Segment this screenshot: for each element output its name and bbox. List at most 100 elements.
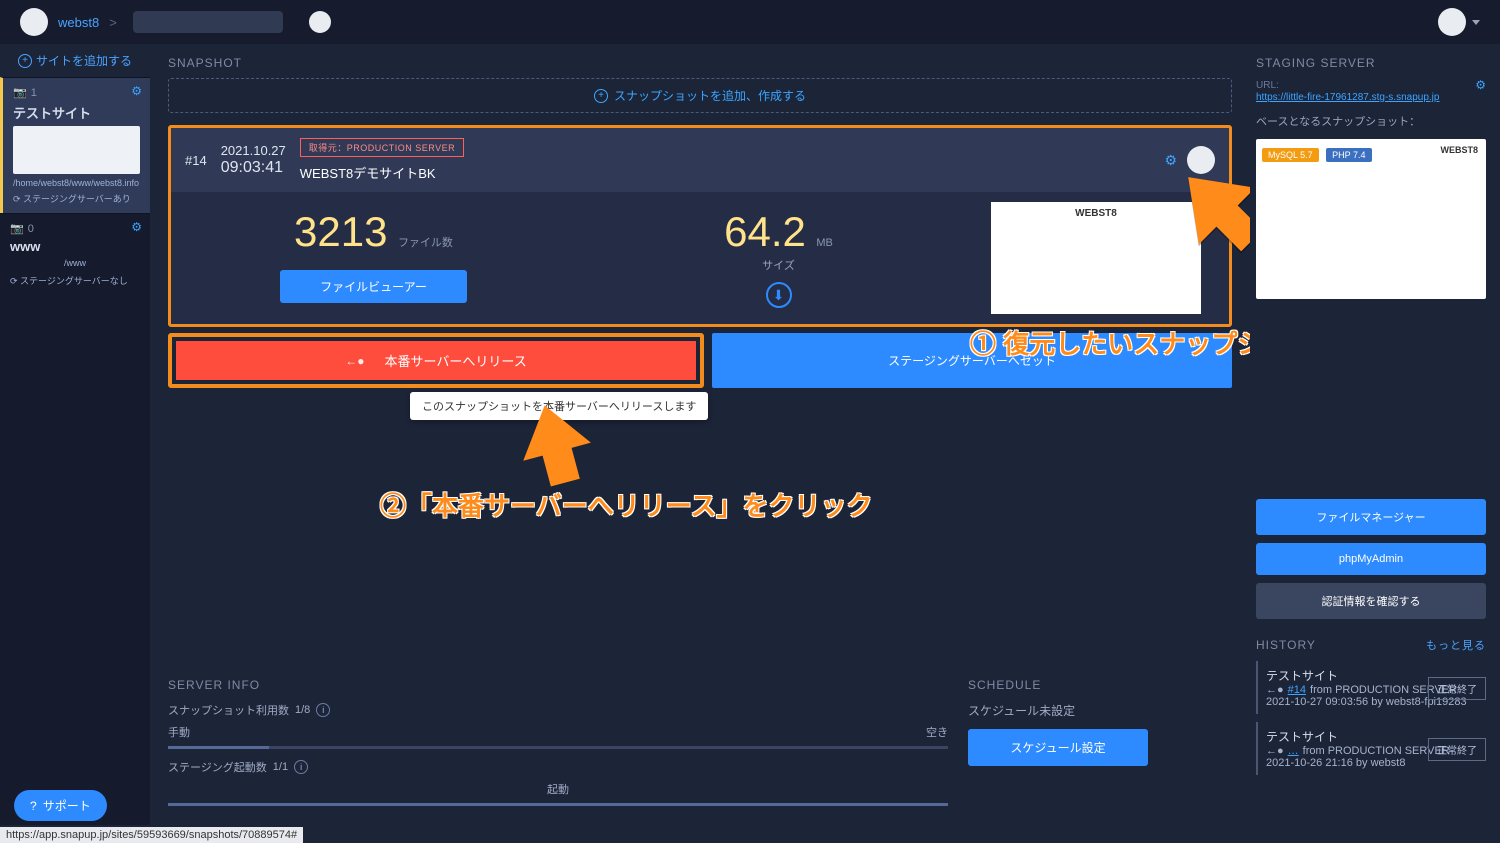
release-arrow-icon: ←● bbox=[345, 354, 364, 368]
plus-icon: + bbox=[18, 54, 32, 68]
gear-icon[interactable]: ⚙ bbox=[131, 84, 142, 98]
base-snapshot-label: ベースとなるスナップショット： bbox=[1256, 113, 1486, 129]
sidebar: + サイトを追加する ⚙ 📷1 テストサイト /home/webst8/www/… bbox=[0, 44, 150, 825]
size-unit: MB bbox=[816, 237, 833, 249]
snapshot-preview: WEBST8 bbox=[991, 202, 1201, 314]
main-content: SNAPSHOT + スナップショットを追加、作成する #14 2021.10.… bbox=[150, 44, 1250, 825]
schedule-settings-button[interactable]: スケジュール設定 bbox=[968, 729, 1148, 766]
info-icon[interactable]: i bbox=[294, 760, 308, 774]
release-label: 本番サーバーへリリース bbox=[385, 351, 527, 370]
files-label: ファイル数 bbox=[398, 237, 453, 249]
history-more-link[interactable]: もっと見る bbox=[1426, 637, 1486, 653]
breadcrumb-chevron: > bbox=[109, 15, 117, 30]
add-site-label: サイトを追加する bbox=[36, 52, 132, 69]
section-snapshot-label: SNAPSHOT bbox=[168, 56, 1232, 70]
snap-usage-val: 1/8 bbox=[295, 704, 310, 716]
size-value: 64.2 bbox=[724, 208, 806, 255]
staging-status: ⟳ ステージングサーバーあり bbox=[13, 192, 140, 205]
history-section: HISTORY もっと見る テストサイト ←● #14 from PRODUCT… bbox=[1256, 637, 1486, 775]
server-info-label: SERVER INFO bbox=[168, 678, 948, 692]
schedule-label: SCHEDULE bbox=[968, 678, 1148, 692]
metric-files: 3213 ファイル数 ファイルビューアー bbox=[171, 192, 576, 324]
question-icon: ? bbox=[30, 799, 37, 813]
snapshot-time: 09:03:41 bbox=[221, 158, 286, 177]
gear-icon[interactable]: ⚙ bbox=[1164, 152, 1177, 169]
site-path: /www bbox=[10, 258, 140, 268]
snapshot-source-badge: 取得元：PRODUCTION SERVER bbox=[300, 138, 464, 157]
support-button[interactable]: ? サポート bbox=[14, 790, 107, 821]
status-badge: 正常終了 bbox=[1428, 677, 1486, 700]
staging-label: STAGING SERVER bbox=[1256, 56, 1486, 70]
add-snapshot-button[interactable]: + スナップショットを追加、作成する bbox=[168, 78, 1232, 113]
annotation-text-1: ① 復元したいスナップショットをクリック bbox=[970, 324, 1250, 361]
file-viewer-button[interactable]: ファイルビューアー bbox=[280, 270, 467, 303]
badge-mysql: MySQL 5.7 bbox=[1262, 148, 1319, 162]
user-menu-caret-icon[interactable] bbox=[1472, 20, 1480, 25]
url-label: URL: bbox=[1256, 80, 1279, 91]
release-button[interactable]: ←● 本番サーバーへリリース bbox=[176, 341, 696, 380]
site-path: /home/webst8/www/webst8.info bbox=[13, 178, 140, 188]
history-link[interactable]: #14 bbox=[1288, 684, 1306, 696]
staging-thumbnail: MySQL 5.7 PHP 7.4 WEBST8 bbox=[1256, 139, 1486, 299]
snapshot-title: WEBST8デモサイトBK bbox=[300, 163, 464, 182]
schedule-status: スケジュール未設定 bbox=[968, 702, 1148, 719]
site-item-test[interactable]: ⚙ 📷1 テストサイト /home/webst8/www/webst8.info… bbox=[0, 77, 150, 213]
staging-status: ⟳ ステージングサーバーなし bbox=[10, 274, 140, 287]
annotation-text-2: ②「本番サーバーへリリース」をクリック bbox=[380, 486, 872, 523]
gear-icon[interactable]: ⚙ bbox=[131, 220, 142, 234]
site-item-title: www bbox=[10, 239, 140, 254]
auth-info-button[interactable]: 認証情報を確認する bbox=[1256, 583, 1486, 619]
browser-statusbar: https://app.snapup.jp/sites/59593669/sna… bbox=[0, 827, 303, 843]
app-logo-icon bbox=[20, 8, 48, 36]
files-value: 3213 bbox=[294, 208, 387, 255]
history-label: HISTORY bbox=[1256, 638, 1316, 652]
staging-url-link[interactable]: https://little-fire-17961287.stg-s.snapu… bbox=[1256, 92, 1486, 103]
badge-php: PHP 7.4 bbox=[1326, 148, 1371, 162]
release-highlight: ←● 本番サーバーへリリース bbox=[168, 333, 704, 388]
snapshot-date: 2021.10.27 bbox=[221, 143, 286, 159]
snapshot-card[interactable]: #14 2021.10.27 09:03:41 取得元：PRODUCTION S… bbox=[168, 125, 1232, 327]
staging-boot-val: 1/1 bbox=[273, 761, 288, 773]
size-label: サイズ bbox=[762, 260, 795, 272]
plus-icon: + bbox=[594, 89, 608, 103]
secondary-avatar[interactable] bbox=[309, 11, 331, 33]
snap-usage-label: スナップショット利用数 bbox=[168, 702, 289, 718]
snapshot-id: #14 bbox=[185, 153, 207, 168]
snapshot-header: #14 2021.10.27 09:03:41 取得元：PRODUCTION S… bbox=[171, 128, 1229, 192]
history-arrow-icon: ←● bbox=[1266, 684, 1284, 696]
annotation-arrow-2 bbox=[520, 404, 590, 489]
staging-boot-bar bbox=[168, 803, 948, 806]
annotation-arrow-1 bbox=[1180, 164, 1250, 259]
history-arrow-icon: ←● bbox=[1266, 745, 1284, 757]
camera-count: 📷1 bbox=[13, 86, 140, 99]
user-avatar[interactable] bbox=[1438, 8, 1466, 36]
camera-count: 📷0 bbox=[10, 222, 140, 235]
staging-boot-label: ステージング起動数 bbox=[168, 759, 267, 775]
site-item-title: テストサイト bbox=[13, 103, 140, 122]
site-item-www[interactable]: ⚙ 📷0 www /www ⟳ ステージングサーバーなし bbox=[0, 213, 150, 295]
breadcrumb-current-blurred bbox=[133, 11, 283, 33]
file-manager-button[interactable]: ファイルマネージャー bbox=[1256, 499, 1486, 535]
snapshot-body: 3213 ファイル数 ファイルビューアー 64.2 MB サイズ ⬇ WEBST8 bbox=[171, 192, 1229, 324]
history-item[interactable]: テストサイト ←● … from PRODUCTION SERVER 2021-… bbox=[1256, 722, 1486, 775]
camera-icon: 📷 bbox=[13, 86, 27, 99]
info-icon[interactable]: i bbox=[316, 703, 330, 717]
history-item[interactable]: テストサイト ←● #14 from PRODUCTION SERVER 202… bbox=[1256, 661, 1486, 714]
history-link[interactable]: … bbox=[1288, 745, 1299, 757]
label-manual: 手動 bbox=[168, 724, 190, 740]
breadcrumb-site[interactable]: webst8 bbox=[58, 15, 99, 30]
label-boot: 起動 bbox=[168, 781, 948, 797]
gear-icon[interactable]: ⚙ bbox=[1475, 78, 1486, 92]
metric-size: 64.2 MB サイズ ⬇ bbox=[576, 192, 981, 324]
phpmyadmin-button[interactable]: phpMyAdmin bbox=[1256, 543, 1486, 575]
staging-panel: STAGING SERVER URL: ⚙ https://little-fir… bbox=[1250, 44, 1500, 825]
camera-icon: 📷 bbox=[10, 222, 24, 235]
support-label: サポート bbox=[43, 797, 91, 814]
thumb-brand: WEBST8 bbox=[1440, 145, 1478, 155]
topbar: webst8 > bbox=[0, 0, 1500, 44]
add-site-button[interactable]: + サイトを追加する bbox=[0, 44, 150, 77]
status-badge: 正常終了 bbox=[1428, 738, 1486, 761]
site-thumbnail bbox=[13, 126, 140, 174]
snap-usage-bar bbox=[168, 746, 948, 749]
download-icon[interactable]: ⬇ bbox=[766, 282, 792, 308]
